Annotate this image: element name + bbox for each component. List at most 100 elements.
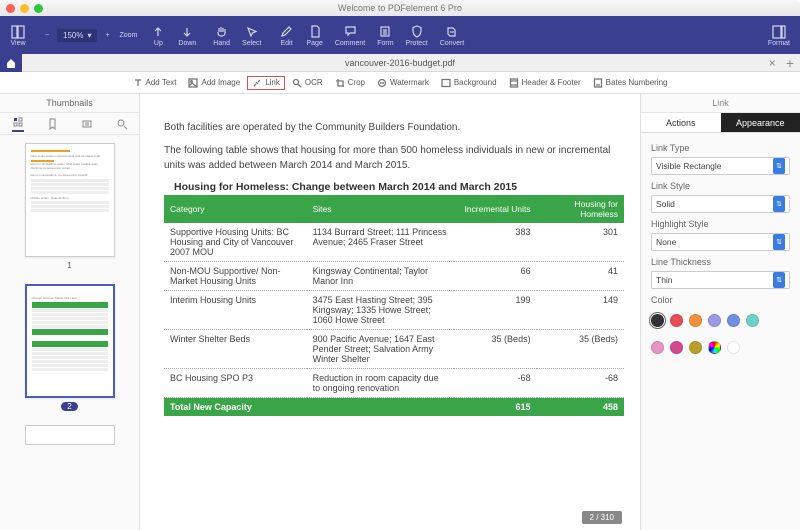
document-view[interactable]: Both facilities are operated by the Comm…	[140, 94, 640, 530]
watermark-button[interactable]: Watermark	[372, 76, 434, 90]
format-icon	[771, 24, 787, 40]
link-type-select[interactable]: Visible Rectangle⇅	[651, 157, 790, 175]
edit-icon	[279, 24, 295, 40]
up-tool[interactable]: Up	[144, 24, 172, 47]
appearance-tab[interactable]: Appearance	[721, 113, 800, 133]
thumbnail-page-1[interactable]: Nam sequi quidem reprehenderit velit ea …	[25, 143, 115, 257]
page-tool[interactable]: Page	[301, 24, 329, 47]
color-swatch[interactable]	[651, 314, 664, 327]
zoom-value: 150%	[63, 31, 83, 40]
header-footer-button[interactable]: Header & Footer	[504, 76, 586, 90]
color-swatch[interactable]	[708, 314, 721, 327]
properties-panel: Link Actions Appearance Link Type Visibl…	[640, 94, 800, 530]
actions-tab[interactable]: Actions	[641, 113, 721, 133]
color-swatch[interactable]	[689, 314, 702, 327]
attachment-icon	[81, 118, 93, 130]
bates-icon	[593, 78, 603, 88]
color-label: Color	[651, 295, 790, 305]
window-titlebar: Welcome to PDFelement 6 Pro	[0, 0, 800, 16]
convert-tool[interactable]: Convert	[434, 24, 471, 47]
paragraph-1: Both facilities are operated by the Comm…	[164, 120, 624, 135]
link-icon	[252, 78, 262, 88]
col-incremental: Incremental Units	[454, 195, 537, 223]
convert-icon	[444, 24, 460, 40]
form-icon	[377, 24, 393, 40]
thumbnail-2-label: 2	[61, 402, 77, 411]
zoom-out-button[interactable]: −	[37, 27, 57, 43]
bookmarks-tab[interactable]	[47, 118, 58, 130]
text-icon	[133, 78, 143, 88]
col-sites: Sites	[307, 195, 454, 223]
thumbnail-page-3[interactable]	[25, 425, 115, 445]
hand-tool[interactable]: Hand	[207, 24, 236, 47]
table-row: Interim Housing Units3475 East Hasting S…	[164, 291, 624, 330]
header-footer-icon	[509, 78, 519, 88]
link-button[interactable]: Link	[247, 76, 285, 90]
format-tool[interactable]: Format	[762, 16, 796, 54]
home-tab[interactable]	[0, 54, 22, 72]
zoom-selector[interactable]: 150% ▾	[57, 29, 97, 42]
view-icon	[10, 24, 26, 40]
table-row: Winter Shelter Beds900 Pacific Avenue; 1…	[164, 330, 624, 369]
table-row: Non-MOU Supportive/ Non-Market Housing U…	[164, 262, 624, 291]
col-category: Category	[164, 195, 307, 223]
search-tab[interactable]	[116, 118, 128, 130]
watermark-icon	[377, 78, 387, 88]
page-indicator: 2 / 310	[582, 511, 622, 524]
housing-table: Category Sites Incremental Units Housing…	[164, 195, 624, 416]
highlight-style-label: Highlight Style	[651, 219, 790, 229]
line-thickness-select[interactable]: Thin⇅	[651, 271, 790, 289]
side-panel-title: Link	[641, 94, 800, 113]
background-icon	[441, 78, 451, 88]
table-title: Housing for Homeless: Change between Mar…	[174, 181, 624, 193]
table-row: Supportive Housing Units: BC Housing and…	[164, 223, 624, 262]
tab-add-button[interactable]: +	[780, 55, 800, 71]
document-tab-name[interactable]: vancouver-2016-budget.pdf	[345, 58, 455, 68]
image-icon	[188, 78, 198, 88]
view-tool[interactable]: View	[4, 24, 32, 47]
page-icon	[307, 24, 323, 40]
thumbnails-tab[interactable]	[12, 116, 24, 132]
dropdown-icon: ⇅	[773, 158, 785, 174]
color-picker-button[interactable]	[708, 341, 721, 354]
form-tool[interactable]: Form	[371, 24, 399, 47]
protect-tool[interactable]: Protect	[400, 24, 434, 47]
attachments-tab[interactable]	[81, 118, 93, 130]
thumbnails-title: Thumbnails	[0, 94, 139, 113]
arrow-up-icon	[150, 24, 166, 40]
select-tool[interactable]: Select	[236, 24, 267, 47]
crop-button[interactable]: Crop	[330, 76, 370, 90]
bates-numbering-button[interactable]: Bates Numbering	[588, 76, 673, 90]
down-tool[interactable]: Down	[172, 24, 202, 47]
link-style-select[interactable]: Solid⇅	[651, 195, 790, 213]
background-button[interactable]: Background	[436, 76, 502, 90]
color-swatch[interactable]	[689, 341, 702, 354]
hand-icon	[214, 24, 230, 40]
color-none[interactable]	[727, 341, 740, 354]
color-swatch[interactable]	[746, 314, 759, 327]
add-text-button[interactable]: Add Text	[128, 76, 182, 90]
arrow-down-icon	[179, 24, 195, 40]
zoom-in-button[interactable]: +	[97, 27, 117, 43]
thumbnail-page-2[interactable]: Change between March 2014 and	[25, 284, 115, 398]
add-image-button[interactable]: Add Image	[183, 76, 245, 90]
paragraph-2: The following table shows that housing f…	[164, 143, 624, 173]
color-swatch[interactable]	[670, 314, 683, 327]
chevron-down-icon: ▾	[87, 31, 91, 40]
ocr-button[interactable]: OCR	[287, 76, 328, 90]
color-swatch[interactable]	[670, 341, 683, 354]
comment-tool[interactable]: Comment	[329, 24, 371, 47]
comment-icon	[342, 24, 358, 40]
bookmark-icon	[47, 118, 58, 130]
dropdown-icon: ⇅	[773, 196, 785, 212]
highlight-style-select[interactable]: None⇅	[651, 233, 790, 251]
color-swatch[interactable]	[727, 314, 740, 327]
color-swatch[interactable]	[651, 341, 664, 354]
crop-icon	[335, 78, 345, 88]
tab-close-button[interactable]: ×	[765, 56, 780, 70]
thumbnails-icon	[12, 116, 24, 128]
main-toolbar: View − 150% ▾ + Zoom Up Down Hand Select	[0, 16, 800, 54]
edit-tool[interactable]: Edit	[273, 24, 301, 47]
shield-icon	[409, 24, 425, 40]
link-type-label: Link Type	[651, 143, 790, 153]
